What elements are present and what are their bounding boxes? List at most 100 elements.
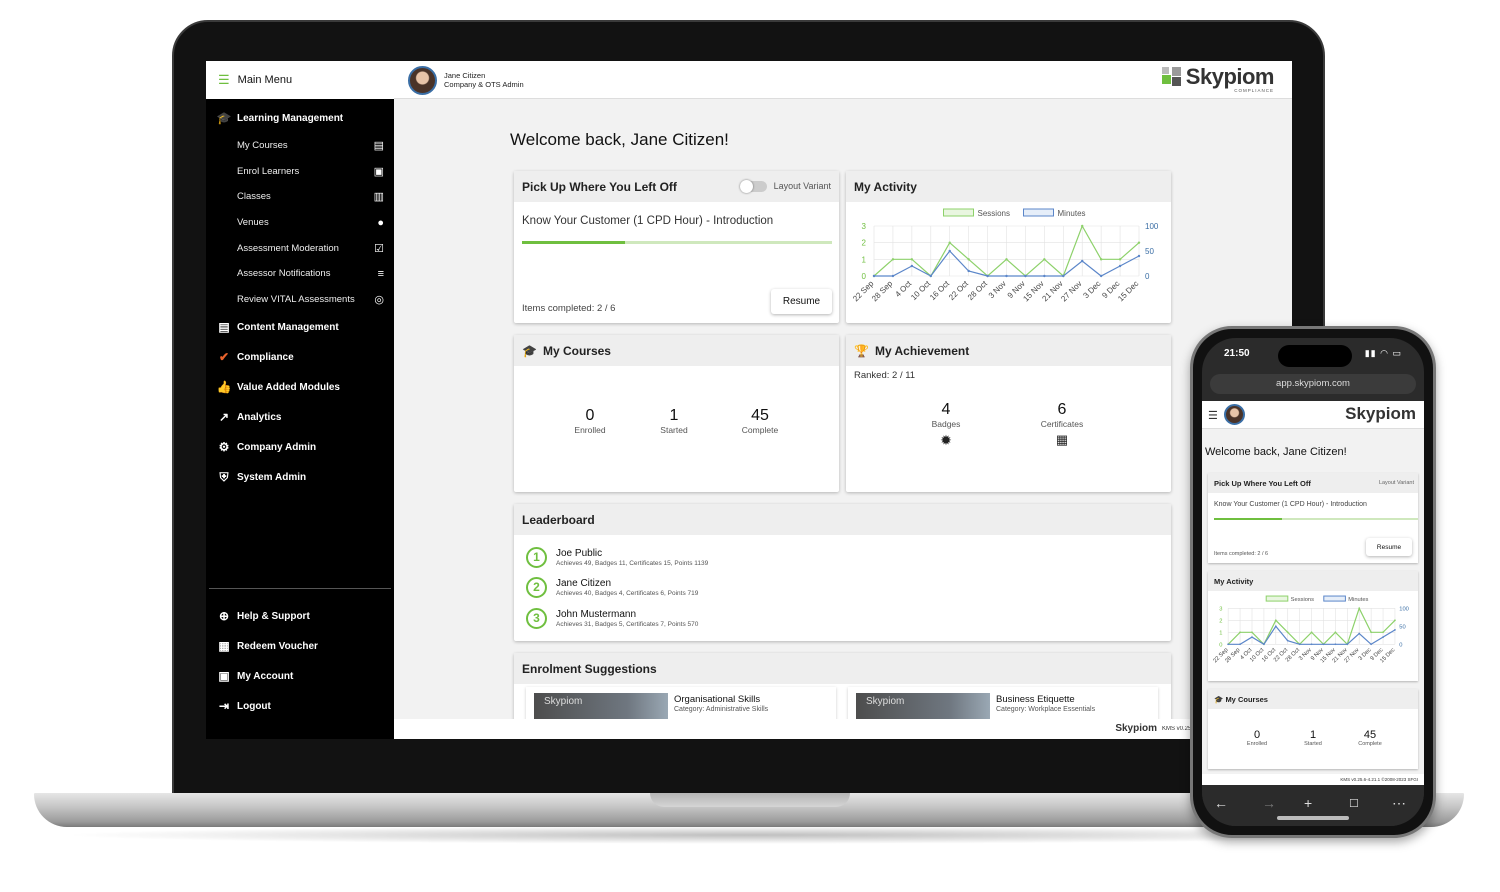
sidebar-item-classes[interactable]: Classes ▥	[206, 184, 394, 210]
data-point-minutes	[1310, 643, 1313, 646]
x-tick-label: 16 Oct	[928, 279, 952, 303]
signal-wifi-battery-icon: ▮▮ ◠ ▭	[1364, 348, 1402, 358]
forward-arrow-icon[interactable]: →	[1262, 795, 1276, 811]
sidebar-item-my-courses[interactable]: My Courses ▤	[206, 133, 394, 159]
new-tab-plus-icon[interactable]: +	[1304, 795, 1312, 811]
y-left-tick-label: 0	[862, 272, 867, 281]
sidebar-item-assessor-notifications[interactable]: Assessor Notifications ≡	[206, 261, 394, 287]
achievement-header: 🏆 My Achievement	[846, 335, 1171, 366]
suggestion-item[interactable]: Skypiom Organisational Skills Category: …	[526, 687, 836, 719]
sidebar-item-enrol-learners[interactable]: Enrol Learners ▣	[206, 159, 394, 185]
phone-brand: Skypiom	[1345, 404, 1416, 423]
sidebar-item-assessment-moderation[interactable]: Assessment Moderation ☑	[206, 235, 394, 261]
back-arrow-icon[interactable]: ←	[1214, 795, 1228, 811]
phone-course-title[interactable]: Know Your Customer (1 CPD Hour) - Introd…	[1214, 501, 1367, 508]
lifebuoy-icon: ⊕	[218, 609, 230, 623]
phone-avatar[interactable]	[1224, 404, 1245, 425]
brand-logo[interactable]: Skypiom COMPLIANCE	[1161, 64, 1275, 93]
leader-name: Jane Citizen	[556, 577, 612, 589]
stat-complete[interactable]: 45 Complete	[730, 407, 790, 435]
hamburger-menu-icon[interactable]: ☰	[1208, 409, 1218, 422]
legend-sessions-label: Sessions	[1291, 597, 1314, 603]
resume-button[interactable]: Resume	[771, 289, 832, 314]
legend-minutes-label: Minutes	[1058, 209, 1086, 218]
data-point-sessions	[948, 241, 951, 244]
sidebar-item-system-admin[interactable]: ⛨ System Admin	[206, 462, 394, 492]
course-title[interactable]: Know Your Customer (1 CPD Hour) - Introd…	[522, 215, 773, 227]
main-content: Welcome back, Jane Citizen! Pick Up Wher…	[394, 100, 1292, 719]
data-point-minutes	[1043, 274, 1046, 278]
graduation-cap-icon: 🎓	[1214, 695, 1224, 704]
data-point-minutes	[967, 269, 970, 273]
legend-sessions-label: Sessions	[978, 209, 1010, 218]
stat-label: Started	[1304, 741, 1322, 747]
sidebar-item-compliance[interactable]: ✔ Compliance	[206, 342, 394, 372]
sidebar-item-venues[interactable]: Venues ●	[206, 210, 394, 236]
stat-started[interactable]: 1 Started	[644, 407, 704, 435]
thumbs-up-icon: 👍	[216, 380, 232, 395]
x-tick-label: 3 Nov	[987, 279, 1008, 300]
sidebar-item-value-added-modules[interactable]: 👍 Value Added Modules	[206, 372, 394, 402]
y-left-tick-label: 3	[862, 222, 867, 231]
x-tick-label: 28 Oct	[1285, 647, 1302, 664]
leader-detail: Achieves 49, Badges 11, Certificates 15,…	[556, 559, 709, 567]
sidebar-item-label: Content Management	[237, 321, 339, 333]
stat-certificates[interactable]: 6 Certificates ▦	[1032, 401, 1092, 448]
leaderboard-header: Leaderboard	[514, 504, 1171, 535]
address-bar[interactable]: app.skypiom.com	[1210, 374, 1416, 394]
more-options-icon[interactable]: ⋯	[1392, 795, 1406, 812]
graduation-cap-icon: 🎓	[522, 343, 537, 358]
phone-stat-enrolled[interactable]: 0 Enrolled	[1232, 729, 1282, 747]
data-point-sessions	[1286, 631, 1289, 634]
sidebar-item-learning-management[interactable]: 🎓 Learning Management	[206, 103, 394, 133]
phone-screen: 21:50 ▮▮ ◠ ▭ app.skypiom.com ☰ Skypiom W…	[1202, 338, 1424, 826]
brand-name: Skypiom	[1185, 64, 1275, 89]
rank-badge: 3	[526, 607, 547, 629]
data-point-minutes	[1358, 632, 1361, 635]
phone-stat-complete[interactable]: 45 Complete	[1345, 729, 1395, 747]
data-point-minutes	[1263, 643, 1265, 646]
layout-variant-toggle[interactable]	[740, 180, 767, 193]
data-point-minutes	[1024, 274, 1027, 278]
sidebar-item-review-vital-assessments[interactable]: Review VITAL Assessments ◎	[206, 287, 394, 313]
phone-my-courses-card: 🎓 My Courses 0 Enrolled 1 Started 45 Com…	[1208, 689, 1418, 769]
phone-status-bar: 21:50 ▮▮ ◠ ▭	[1202, 338, 1424, 372]
phone-resume-button[interactable]: Resume	[1366, 538, 1412, 556]
data-point-sessions	[1099, 258, 1103, 261]
avatar[interactable]	[408, 66, 437, 95]
data-point-minutes	[1274, 625, 1277, 628]
phone-footer-version: KMS v0.25.6-4.21.1 ©2008-2023 SFGI	[1340, 777, 1418, 782]
leaderboard-row[interactable]: 3 John Mustermann Achieves 31, Badges 5,…	[526, 605, 698, 631]
sidebar-item-redeem-voucher[interactable]: ▦ Redeem Voucher	[206, 631, 394, 661]
account-icon: ▣	[218, 669, 230, 683]
stat-label: Complete	[1358, 741, 1382, 747]
main-menu-toggle[interactable]: ☰ Main Menu	[206, 61, 394, 99]
x-tick-label: 28 Sep	[870, 279, 895, 304]
sidebar-item-content-management[interactable]: ▤ Content Management	[206, 312, 394, 342]
sidebar-item-label: Analytics	[237, 411, 282, 423]
y-left-tick-label: 2	[1219, 618, 1222, 624]
sidebar-item-logout[interactable]: ⇥ Logout	[206, 691, 394, 721]
sidebar-item-my-account[interactable]: ▣ My Account	[206, 661, 394, 691]
tabs-count-icon[interactable]: ☐	[1349, 797, 1359, 810]
suggestion-item[interactable]: Skypiom Business Etiquette Category: Wor…	[848, 687, 1158, 719]
stat-enrolled[interactable]: 0 Enrolled	[560, 407, 620, 435]
leaderboard-row[interactable]: 1 Joe Public Achieves 49, Badges 11, Cer…	[526, 544, 708, 570]
data-point-sessions	[1081, 224, 1084, 228]
data-point-sessions	[910, 258, 914, 261]
sidebar-item-label: Assessor Notifications	[237, 268, 331, 280]
leaderboard-row[interactable]: 2 Jane Citizen Achieves 40, Badges 4, Ce…	[526, 574, 698, 600]
phone-footer: KMS v0.25.6-4.21.1 ©2008-2023 SFGI	[1202, 774, 1424, 785]
sidebar-item-analytics[interactable]: ↗ Analytics	[206, 402, 394, 432]
stat-label: Badges	[931, 419, 961, 429]
sidebar-item-company-admin[interactable]: ⚙ Company Admin	[206, 432, 394, 462]
sidebar-item-help-support[interactable]: ⊕ Help & Support	[206, 601, 394, 631]
data-point-sessions	[1310, 631, 1313, 634]
stat-label: Complete	[741, 425, 779, 435]
suggestion-thumbnail: Skypiom	[534, 693, 668, 719]
company-settings-icon: ⚙	[218, 440, 230, 455]
phone-stat-started[interactable]: 1 Started	[1288, 729, 1338, 747]
phone-time: 21:50	[1224, 348, 1250, 359]
data-point-sessions	[1358, 607, 1361, 610]
stat-badges[interactable]: 4 Badges ✹	[916, 401, 976, 449]
